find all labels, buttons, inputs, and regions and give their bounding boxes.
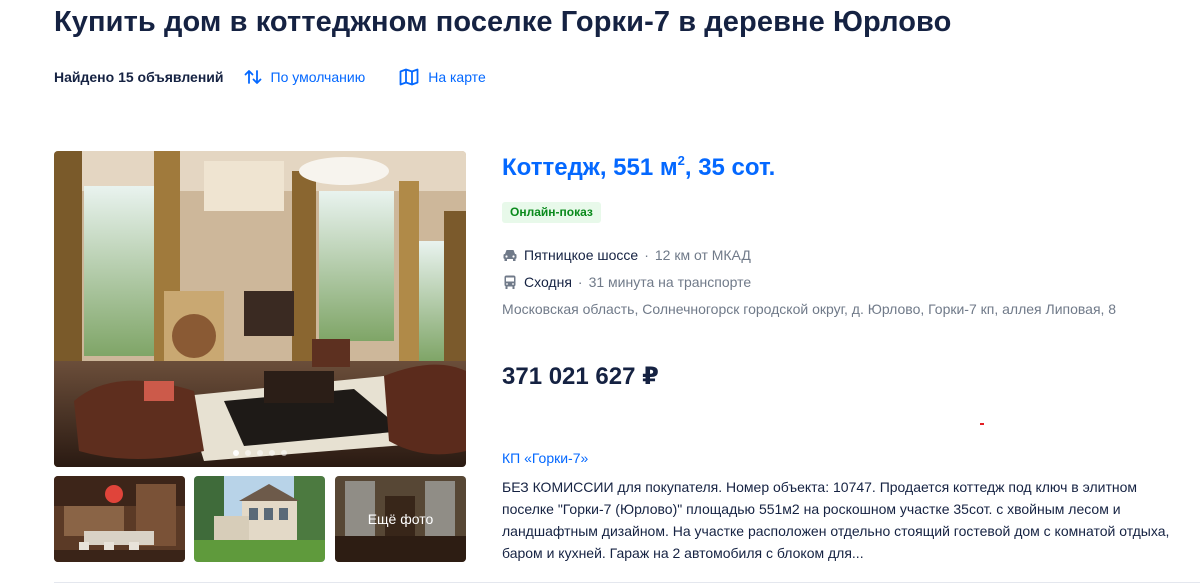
thumbnail-exterior[interactable]	[194, 476, 325, 562]
map-button[interactable]: На карте	[399, 68, 486, 86]
car-icon	[503, 250, 517, 261]
village-link[interactable]: КП «Горки-7»	[502, 450, 588, 466]
transit-time: 31 минута на транспорте	[588, 274, 752, 290]
online-showing-badge: Онлайн-показ	[502, 202, 601, 223]
title-main[interactable]: Коттедж, 551 м	[502, 154, 678, 181]
highway-distance: 12 км от МКАД	[654, 247, 751, 263]
address[interactable]: Московская область, Солнечногорск городс…	[502, 299, 1170, 320]
living-room-photo	[54, 151, 466, 467]
map-icon	[399, 68, 419, 86]
listing-title[interactable]: Коттедж, 551 м2, 35 сот.	[502, 153, 775, 182]
title-rest[interactable]: , 35 сот.	[685, 154, 775, 181]
pagination-dot[interactable]	[257, 450, 263, 456]
thumbnail-more[interactable]: Ещё фото	[335, 476, 466, 562]
house-exterior-photo	[194, 476, 325, 562]
separator-dot: ·	[577, 274, 583, 290]
title-superscript[interactable]: 2	[678, 153, 685, 168]
price: 371 021 627 ₽	[502, 363, 659, 390]
map-label: На карте	[428, 69, 486, 85]
decorative-mark	[980, 423, 984, 425]
divider	[54, 582, 1200, 583]
station-name[interactable]: Сходня	[524, 274, 572, 290]
pagination-dot[interactable]	[269, 450, 275, 456]
separator-dot: ·	[644, 247, 649, 263]
pagination-dot[interactable]	[281, 450, 287, 456]
thumbnail-kitchen[interactable]	[54, 476, 185, 562]
pagination-dot[interactable]	[233, 450, 239, 456]
highway-row: Пятницкое шоссе · 12 км от МКАД	[502, 247, 751, 263]
sort-button[interactable]: По умолчанию	[244, 68, 366, 86]
more-photos-label[interactable]: Ещё фото	[335, 476, 466, 562]
page-title: Купить дом в коттеджном поселке Горки-7 …	[54, 6, 952, 38]
photo-pagination[interactable]	[54, 450, 466, 456]
results-toolbar: Найдено 15 объявлений По умолчанию На ка…	[54, 66, 486, 88]
kitchen-photo	[54, 476, 185, 562]
transit-row: Сходня · 31 минута на транспорте	[502, 274, 751, 290]
bus-icon	[504, 275, 516, 289]
description: БЕЗ КОМИССИИ для покупателя. Номер объек…	[502, 479, 1170, 561]
main-photo[interactable]	[54, 151, 466, 467]
pagination-dot[interactable]	[245, 450, 251, 456]
sort-label: По умолчанию	[270, 69, 366, 85]
listing-card[interactable]: Ещё фото Коттедж, 551 м2, 35 сот. Онлайн…	[54, 151, 1200, 585]
highway-name[interactable]: Пятницкое шоссе	[524, 247, 638, 263]
results-count: Найдено 15 объявлений	[54, 69, 224, 85]
photo-gallery: Ещё фото	[54, 151, 466, 563]
sort-arrows-icon	[244, 70, 261, 84]
